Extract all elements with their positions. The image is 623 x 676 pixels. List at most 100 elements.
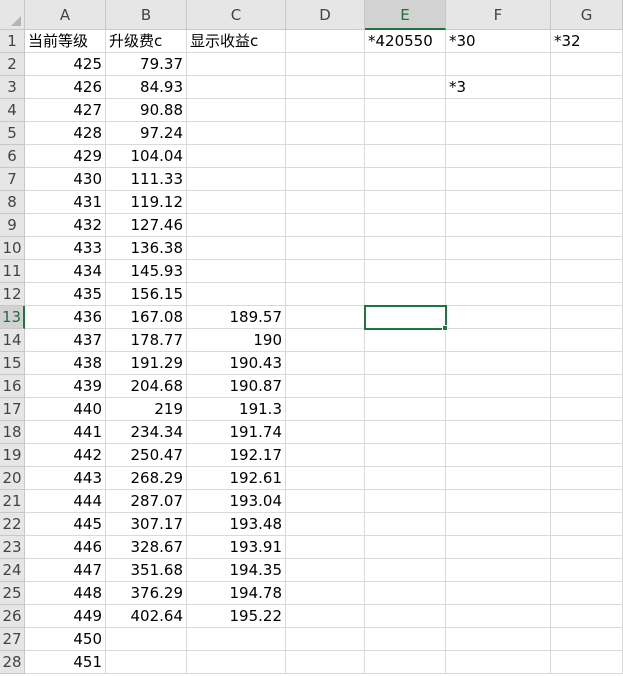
- cell-c2[interactable]: [187, 53, 286, 76]
- cell-a13[interactable]: 436: [25, 306, 106, 329]
- cell-g25[interactable]: [551, 582, 623, 605]
- row-header-14[interactable]: 14: [0, 329, 25, 352]
- cell-b4[interactable]: 90.88: [106, 99, 187, 122]
- cell-a19[interactable]: 442: [25, 444, 106, 467]
- cell-e1[interactable]: *420550: [365, 30, 446, 53]
- cell-d15[interactable]: [286, 352, 365, 375]
- cell-a7[interactable]: 430: [25, 168, 106, 191]
- cell-g3[interactable]: [551, 76, 623, 99]
- cell-a8[interactable]: 431: [25, 191, 106, 214]
- cell-e18[interactable]: [365, 421, 446, 444]
- cell-g10[interactable]: [551, 237, 623, 260]
- cell-g23[interactable]: [551, 536, 623, 559]
- row-header-11[interactable]: 11: [0, 260, 25, 283]
- cell-f12[interactable]: [446, 283, 551, 306]
- cell-f25[interactable]: [446, 582, 551, 605]
- cell-d1[interactable]: [286, 30, 365, 53]
- cell-d23[interactable]: [286, 536, 365, 559]
- cell-d10[interactable]: [286, 237, 365, 260]
- cell-e12[interactable]: [365, 283, 446, 306]
- cell-f20[interactable]: [446, 467, 551, 490]
- cell-a21[interactable]: 444: [25, 490, 106, 513]
- cell-b11[interactable]: 145.93: [106, 260, 187, 283]
- cell-d3[interactable]: [286, 76, 365, 99]
- cell-f7[interactable]: [446, 168, 551, 191]
- cell-c27[interactable]: [187, 628, 286, 651]
- cell-f23[interactable]: [446, 536, 551, 559]
- cell-c6[interactable]: [187, 145, 286, 168]
- row-header-8[interactable]: 8: [0, 191, 25, 214]
- row-header-22[interactable]: 22: [0, 513, 25, 536]
- cell-a9[interactable]: 432: [25, 214, 106, 237]
- cell-f15[interactable]: [446, 352, 551, 375]
- cell-b18[interactable]: 234.34: [106, 421, 187, 444]
- cell-e15[interactable]: [365, 352, 446, 375]
- cell-a2[interactable]: 425: [25, 53, 106, 76]
- cell-f8[interactable]: [446, 191, 551, 214]
- cell-d7[interactable]: [286, 168, 365, 191]
- cell-f18[interactable]: [446, 421, 551, 444]
- cell-a11[interactable]: 434: [25, 260, 106, 283]
- cell-e20[interactable]: [365, 467, 446, 490]
- cell-g6[interactable]: [551, 145, 623, 168]
- cell-a20[interactable]: 443: [25, 467, 106, 490]
- cell-e2[interactable]: [365, 53, 446, 76]
- cell-d24[interactable]: [286, 559, 365, 582]
- cell-c1[interactable]: 显示收益c: [187, 30, 286, 53]
- cell-b3[interactable]: 84.93: [106, 76, 187, 99]
- cell-b21[interactable]: 287.07: [106, 490, 187, 513]
- cell-c20[interactable]: 192.61: [187, 467, 286, 490]
- cell-f1[interactable]: *30: [446, 30, 551, 53]
- cell-d22[interactable]: [286, 513, 365, 536]
- row-header-13[interactable]: 13: [0, 306, 25, 329]
- cell-c14[interactable]: 190: [187, 329, 286, 352]
- cell-g1[interactable]: *32: [551, 30, 623, 53]
- cell-f13[interactable]: [446, 306, 551, 329]
- cell-e6[interactable]: [365, 145, 446, 168]
- cell-a15[interactable]: 438: [25, 352, 106, 375]
- cell-a18[interactable]: 441: [25, 421, 106, 444]
- cell-c22[interactable]: 193.48: [187, 513, 286, 536]
- cell-f17[interactable]: [446, 398, 551, 421]
- cell-c7[interactable]: [187, 168, 286, 191]
- cell-d2[interactable]: [286, 53, 365, 76]
- cell-d27[interactable]: [286, 628, 365, 651]
- cell-d26[interactable]: [286, 605, 365, 628]
- cell-e24[interactable]: [365, 559, 446, 582]
- cell-c15[interactable]: 190.43: [187, 352, 286, 375]
- cell-b6[interactable]: 104.04: [106, 145, 187, 168]
- cell-d25[interactable]: [286, 582, 365, 605]
- row-header-7[interactable]: 7: [0, 168, 25, 191]
- cell-c9[interactable]: [187, 214, 286, 237]
- cell-f16[interactable]: [446, 375, 551, 398]
- cell-a4[interactable]: 427: [25, 99, 106, 122]
- cell-f3[interactable]: *3: [446, 76, 551, 99]
- cell-g2[interactable]: [551, 53, 623, 76]
- select-all-corner[interactable]: [0, 0, 25, 30]
- cell-c4[interactable]: [187, 99, 286, 122]
- cell-g21[interactable]: [551, 490, 623, 513]
- cell-f14[interactable]: [446, 329, 551, 352]
- row-header-23[interactable]: 23: [0, 536, 25, 559]
- cell-g16[interactable]: [551, 375, 623, 398]
- cell-b22[interactable]: 307.17: [106, 513, 187, 536]
- cell-b27[interactable]: [106, 628, 187, 651]
- cell-f6[interactable]: [446, 145, 551, 168]
- cell-f9[interactable]: [446, 214, 551, 237]
- cell-g20[interactable]: [551, 467, 623, 490]
- row-header-25[interactable]: 25: [0, 582, 25, 605]
- row-header-5[interactable]: 5: [0, 122, 25, 145]
- row-header-17[interactable]: 17: [0, 398, 25, 421]
- cell-e21[interactable]: [365, 490, 446, 513]
- cell-e26[interactable]: [365, 605, 446, 628]
- cell-b12[interactable]: 156.15: [106, 283, 187, 306]
- cell-f26[interactable]: [446, 605, 551, 628]
- cell-a6[interactable]: 429: [25, 145, 106, 168]
- row-header-1[interactable]: 1: [0, 30, 25, 53]
- cell-d12[interactable]: [286, 283, 365, 306]
- cell-g17[interactable]: [551, 398, 623, 421]
- cell-a22[interactable]: 445: [25, 513, 106, 536]
- column-header-b[interactable]: B: [106, 0, 187, 30]
- cell-b23[interactable]: 328.67: [106, 536, 187, 559]
- cell-f10[interactable]: [446, 237, 551, 260]
